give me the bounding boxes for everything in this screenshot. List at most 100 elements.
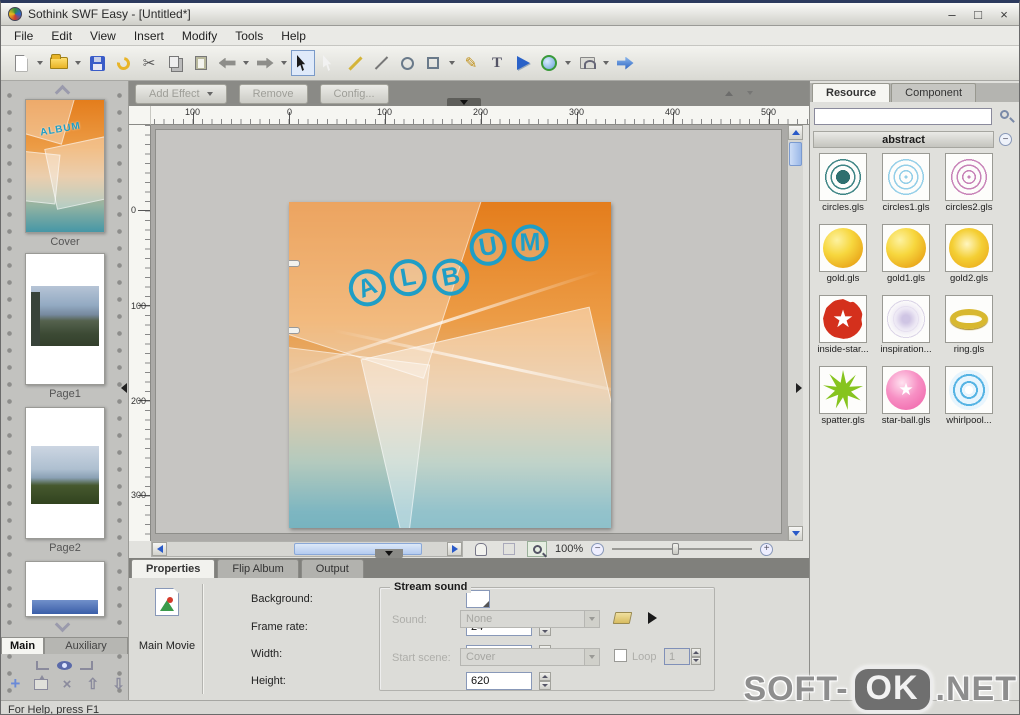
album-cover-artwork[interactable]: A L B U M bbox=[289, 202, 611, 528]
close-button[interactable]: × bbox=[996, 7, 1012, 22]
category-header[interactable]: abstract bbox=[813, 131, 994, 148]
preview-dropdown[interactable] bbox=[563, 61, 573, 65]
remove-effect-button[interactable]: Remove bbox=[238, 83, 308, 104]
canvas-horizontal-scrollbar[interactable] bbox=[151, 541, 463, 557]
resource-item[interactable]: ★ inside-star... bbox=[813, 295, 873, 355]
config-effect-button[interactable]: Config... bbox=[319, 83, 389, 104]
resource-item[interactable]: circles1.gls bbox=[876, 153, 936, 213]
scroll-right-button[interactable] bbox=[447, 542, 462, 556]
capture-button[interactable] bbox=[575, 50, 599, 76]
pages-scroll-down[interactable] bbox=[54, 616, 71, 633]
movie-stage[interactable]: A L B U M bbox=[155, 129, 782, 534]
tab-output[interactable]: Output bbox=[300, 559, 364, 578]
select-tool-button[interactable] bbox=[291, 50, 315, 76]
resource-item[interactable]: whirlpool... bbox=[939, 366, 999, 426]
effectbar-up-icon[interactable] bbox=[725, 91, 733, 96]
open-dropdown[interactable] bbox=[73, 61, 83, 65]
resource-item[interactable]: circles2.gls bbox=[939, 153, 999, 213]
resource-item[interactable]: gold.gls bbox=[813, 224, 873, 284]
page-thumbnail-cover[interactable]: ALBUM bbox=[25, 99, 105, 233]
import-page-button[interactable] bbox=[33, 674, 50, 693]
pen-tool-button[interactable]: ✎ bbox=[459, 50, 483, 76]
scroll-left-button[interactable] bbox=[152, 542, 167, 556]
new-document-dropdown[interactable] bbox=[35, 61, 45, 65]
publish-swf-button[interactable] bbox=[613, 50, 637, 76]
subselect-tool-button[interactable] bbox=[317, 50, 341, 76]
tab-auxiliary[interactable]: Auxiliary bbox=[44, 637, 128, 654]
resource-item[interactable]: gold1.gls bbox=[876, 224, 936, 284]
resource-item[interactable]: circles.gls bbox=[813, 153, 873, 213]
redo-button[interactable] bbox=[253, 50, 277, 76]
menu-edit[interactable]: Edit bbox=[42, 27, 81, 45]
menu-tools[interactable]: Tools bbox=[226, 27, 272, 45]
play-sound-button[interactable] bbox=[648, 612, 657, 624]
preview-browser-button[interactable] bbox=[537, 50, 561, 76]
tab-main[interactable]: Main bbox=[1, 637, 45, 654]
menu-modify[interactable]: Modify bbox=[173, 27, 226, 45]
category-collapse-button[interactable]: − bbox=[999, 133, 1012, 146]
search-icon[interactable] bbox=[1000, 110, 1009, 119]
fit-view-button[interactable] bbox=[499, 541, 519, 557]
zoom-out-button[interactable]: − bbox=[591, 542, 605, 556]
save-button[interactable] bbox=[85, 50, 109, 76]
resource-item[interactable]: inspiration... bbox=[876, 295, 936, 355]
bottom-collapse-tab[interactable] bbox=[375, 549, 403, 558]
pages-scroll-up[interactable] bbox=[54, 84, 71, 101]
zoom-slider[interactable] bbox=[612, 543, 753, 555]
undo-dropdown[interactable] bbox=[241, 61, 251, 65]
loop-checkbox[interactable] bbox=[614, 649, 627, 662]
menu-view[interactable]: View bbox=[81, 27, 125, 45]
resource-item[interactable]: gold2.gls bbox=[939, 224, 999, 284]
oval-tool-button[interactable] bbox=[395, 50, 419, 76]
tab-properties[interactable]: Properties bbox=[131, 559, 216, 578]
delete-page-button[interactable]: × bbox=[59, 675, 76, 693]
collapse-left-panel-arrow[interactable] bbox=[121, 383, 127, 393]
zoom-tool-button[interactable] bbox=[527, 541, 547, 557]
page-thumbnail-page2[interactable] bbox=[25, 407, 105, 539]
scroll-down-button[interactable] bbox=[788, 526, 803, 541]
shape-tool-dropdown[interactable] bbox=[447, 61, 457, 65]
zoom-in-button[interactable]: + bbox=[760, 542, 774, 556]
maximize-button[interactable]: □ bbox=[970, 7, 986, 22]
text-tool-button[interactable]: T bbox=[485, 50, 509, 76]
test-movie-button[interactable] bbox=[511, 50, 535, 76]
onion-skin-control[interactable] bbox=[1, 657, 128, 673]
loop-spinner[interactable] bbox=[691, 648, 701, 665]
vertical-scroll-thumb[interactable] bbox=[789, 142, 802, 166]
collapse-right-panel-arrow[interactable] bbox=[796, 383, 802, 393]
open-button[interactable] bbox=[47, 50, 71, 76]
canvas-vertical-scrollbar[interactable] bbox=[787, 125, 803, 541]
menu-file[interactable]: File bbox=[5, 27, 42, 45]
pencil-tool-button[interactable] bbox=[343, 50, 367, 76]
resource-item[interactable]: spatter.gls bbox=[813, 366, 873, 426]
tab-component[interactable]: Component bbox=[891, 83, 977, 102]
resource-item[interactable]: ★ star-ball.gls bbox=[876, 366, 936, 426]
capture-dropdown[interactable] bbox=[601, 61, 611, 65]
add-page-button[interactable]: + bbox=[7, 674, 24, 693]
menu-insert[interactable]: Insert bbox=[125, 27, 173, 45]
canvas-viewport[interactable]: A L B U M bbox=[151, 125, 787, 541]
tab-resource[interactable]: Resource bbox=[812, 83, 891, 102]
page-thumbnail-page1[interactable] bbox=[25, 253, 105, 385]
redo-dropdown[interactable] bbox=[279, 61, 289, 65]
line-tool-button[interactable] bbox=[369, 50, 393, 76]
loop-count-input[interactable] bbox=[664, 648, 690, 665]
start-scene-combobox[interactable]: Cover bbox=[460, 648, 600, 666]
copy-button[interactable] bbox=[163, 50, 187, 76]
undo-button[interactable] bbox=[215, 50, 239, 76]
scroll-up-button[interactable] bbox=[788, 125, 803, 140]
sound-combobox[interactable]: None bbox=[460, 610, 600, 628]
zoom-slider-handle[interactable] bbox=[672, 543, 680, 555]
cut-button[interactable]: ✂ bbox=[137, 50, 161, 76]
resource-item[interactable]: ring.gls bbox=[939, 295, 999, 355]
hand-tool-button[interactable] bbox=[471, 541, 491, 557]
rectangle-tool-button[interactable] bbox=[421, 50, 445, 76]
new-document-button[interactable] bbox=[9, 50, 33, 76]
export-button[interactable] bbox=[111, 50, 135, 76]
effectbar-down-icon[interactable] bbox=[747, 91, 753, 95]
move-page-down-button[interactable]: ⇩ bbox=[110, 675, 127, 693]
browse-sound-button[interactable] bbox=[612, 612, 633, 624]
tab-flip-album[interactable]: Flip Album bbox=[217, 559, 299, 578]
minimize-button[interactable]: – bbox=[944, 7, 960, 22]
paste-button[interactable] bbox=[189, 50, 213, 76]
